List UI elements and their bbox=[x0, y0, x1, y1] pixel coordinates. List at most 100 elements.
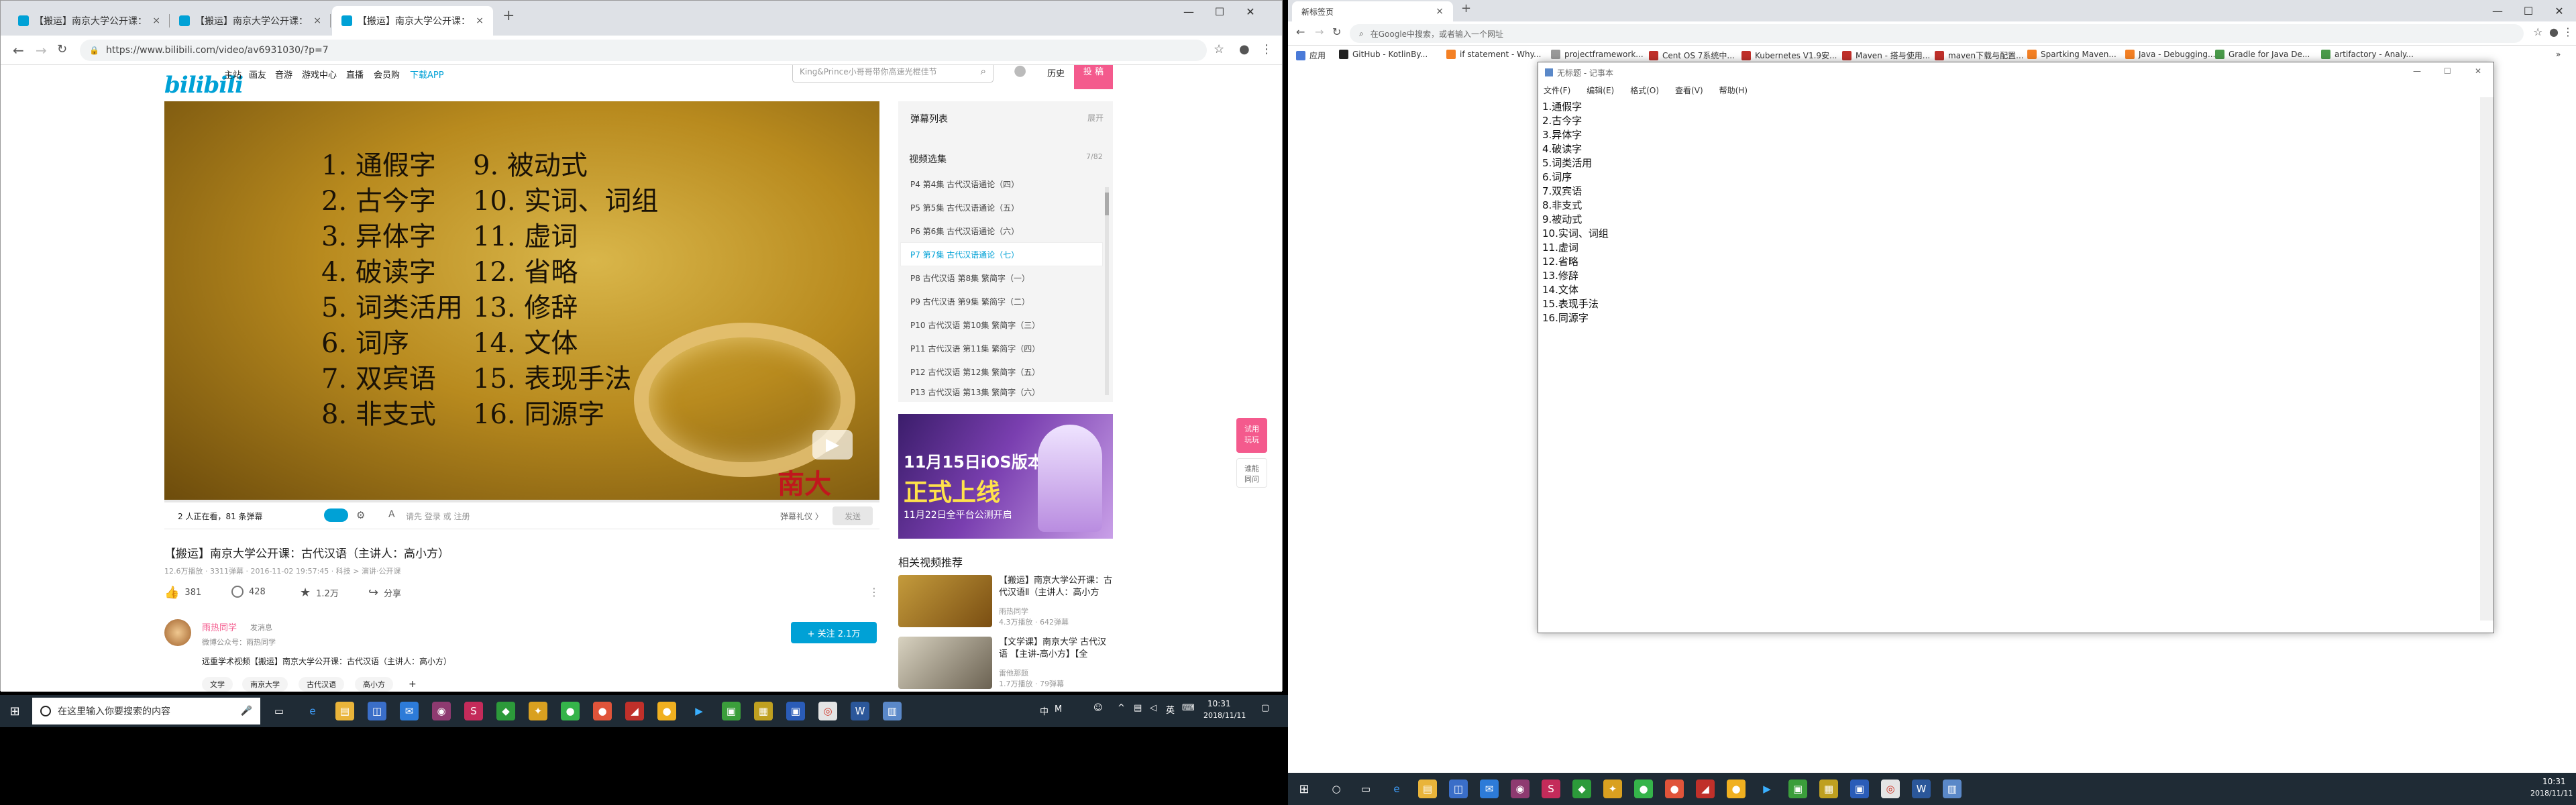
nav-link[interactable]: 直播 bbox=[346, 68, 364, 80]
bookmark[interactable]: GitHub - KotlinBy... bbox=[1339, 50, 1428, 59]
profile-icon[interactable]: ● bbox=[1239, 42, 1250, 56]
bookmark-apps[interactable]: 应用 bbox=[1296, 50, 1326, 61]
volume-icon[interactable]: ◁ bbox=[1150, 703, 1157, 713]
playlist-item[interactable]: P9 古代汉语 第9集 繁简字（二） bbox=[901, 290, 1102, 313]
profile-icon[interactable]: ● bbox=[2549, 25, 2559, 38]
close-window-button[interactable]: ✕ bbox=[1235, 1, 1266, 22]
bookmarks-overflow-icon[interactable]: » bbox=[2556, 50, 2561, 59]
app-icon[interactable]: S bbox=[1542, 780, 1560, 798]
playlist-item[interactable]: P8 古代汉语 第8集 繁简字（一） bbox=[901, 266, 1102, 289]
ime-icon[interactable]: 英 bbox=[1166, 703, 1175, 716]
tag[interactable]: 高小方 bbox=[355, 677, 393, 692]
edge-browser-icon[interactable]: e bbox=[303, 702, 322, 720]
avatar-icon[interactable]: ● bbox=[1014, 65, 1026, 79]
site-search-input[interactable]: King&Prince小哥哥带你高速光棍佳节 ⌕ bbox=[792, 65, 994, 83]
danmu-send-button[interactable]: 发送 bbox=[833, 506, 873, 525]
cortana-icon[interactable]: ○ bbox=[1327, 780, 1346, 798]
app-icon[interactable]: ▣ bbox=[1850, 780, 1869, 798]
bookmark[interactable]: Spartking Maven... bbox=[2027, 50, 2116, 59]
microphone-icon[interactable]: 🎤 bbox=[241, 706, 252, 716]
chrome-icon[interactable]: ◎ bbox=[1881, 780, 1900, 798]
network-icon[interactable]: ▤ bbox=[1134, 703, 1142, 713]
file-explorer-icon[interactable]: ▤ bbox=[335, 702, 354, 720]
forward-arrow-icon[interactable]: → bbox=[1315, 25, 1324, 38]
close-window-button[interactable]: ✕ bbox=[2544, 0, 2575, 21]
clock-time[interactable]: 10:31 bbox=[2542, 777, 2566, 786]
app-icon[interactable]: ◢ bbox=[625, 702, 644, 720]
maximize-button[interactable]: ☐ bbox=[1204, 1, 1235, 22]
close-tab-icon[interactable]: × bbox=[1436, 6, 1444, 17]
app-icon[interactable]: ▶ bbox=[690, 702, 708, 720]
clock-time[interactable]: 10:31 bbox=[1208, 699, 1231, 708]
menu-edit[interactable]: 编辑(E) bbox=[1587, 85, 1614, 96]
bookmark[interactable]: Gradle for Java De... bbox=[2215, 50, 2310, 59]
playlist-item-current[interactable]: P7 第7集 古代汉语通论（七） bbox=[901, 243, 1102, 266]
playlist-item[interactable]: P13 古代汉语 第13集 繁简字（六） bbox=[901, 384, 1102, 400]
taskbar-search-box[interactable]: 在这里输入你要搜索的内容 🎤 bbox=[32, 698, 260, 724]
more-options-icon[interactable]: ⋮ bbox=[869, 586, 879, 598]
edge-browser-icon[interactable]: e bbox=[1387, 780, 1406, 798]
video-player[interactable]: 1. 通假字 2. 古今字 3. 异体字 4. 破读字 5. 词类活用 6. 词… bbox=[164, 101, 879, 500]
app-icon[interactable]: ◆ bbox=[496, 702, 515, 720]
new-tab-button[interactable]: + bbox=[1461, 1, 1471, 15]
app-icon[interactable]: ▦ bbox=[754, 702, 773, 720]
like-button[interactable]: 👍 381 bbox=[164, 586, 201, 600]
app-icon[interactable]: ▶ bbox=[1758, 780, 1776, 798]
keyboard-icon[interactable]: ⌨ bbox=[1182, 703, 1195, 713]
omnibox[interactable]: 🔒 https://www.bilibili.com/video/av69310… bbox=[80, 40, 1207, 61]
bookmark[interactable]: Java - Debugging... bbox=[2125, 50, 2215, 59]
playlist-item[interactable]: P10 古代汉语 第10集 繁简字（三） bbox=[901, 313, 1102, 336]
app-icon[interactable]: ✦ bbox=[529, 702, 547, 720]
related-video-title[interactable]: 【搬运】南京大学公开课：古代汉语Ⅱ（主讲人：高小方 bbox=[999, 575, 1113, 599]
upload-button[interactable]: 投 稿 bbox=[1074, 65, 1113, 89]
menu-format[interactable]: 格式(O) bbox=[1630, 85, 1659, 96]
bookmark[interactable]: if statement - Why... bbox=[1446, 50, 1541, 59]
danmu-login-hint[interactable]: 请先 登录 或 注册 bbox=[406, 511, 470, 522]
danmu-toggle[interactable] bbox=[324, 508, 348, 522]
nav-link[interactable]: 游戏中心 bbox=[302, 68, 337, 80]
add-tag-button[interactable]: + bbox=[400, 677, 425, 692]
app-icon[interactable]: S bbox=[464, 702, 483, 720]
menu-view[interactable]: 查看(V) bbox=[1675, 85, 1703, 96]
word-icon[interactable]: W bbox=[1912, 780, 1931, 798]
maximize-button[interactable]: ☐ bbox=[2444, 66, 2451, 76]
tray-m[interactable]: M bbox=[1055, 704, 1062, 714]
app-icon[interactable]: ● bbox=[1727, 780, 1746, 798]
related-video-title[interactable]: 【文学课】南京大学 古代汉语 【主讲-高小方】【全 bbox=[999, 637, 1113, 661]
task-view-icon[interactable]: ▭ bbox=[1356, 780, 1375, 798]
coin-button[interactable]: 428 bbox=[231, 586, 266, 598]
app-icon[interactable]: ● bbox=[1634, 780, 1653, 798]
playlist-scrollbar[interactable] bbox=[1105, 187, 1109, 395]
app-icon[interactable]: ✦ bbox=[1603, 780, 1622, 798]
tray-arrow-icon[interactable]: ^ bbox=[1118, 703, 1125, 713]
reload-icon[interactable]: ↻ bbox=[1332, 25, 1341, 38]
app-icon[interactable]: ● bbox=[561, 702, 580, 720]
nav-link[interactable]: 画友 bbox=[249, 68, 266, 80]
minimize-button[interactable]: — bbox=[2413, 66, 2421, 76]
danmu-list-title[interactable]: 弹幕列表 bbox=[910, 112, 948, 125]
playlist-item[interactable]: P5 第5集 古代汉语通论（五） bbox=[901, 196, 1102, 219]
float-report-button[interactable]: 谁能 同问 bbox=[1236, 458, 1267, 488]
chrome-icon[interactable]: ◎ bbox=[818, 702, 837, 720]
playlist-item[interactable]: P11 古代汉语 第11集 繁简字（四） bbox=[901, 337, 1102, 360]
favorite-button[interactable]: ★ 1.2万 bbox=[300, 586, 339, 600]
uploader-name[interactable]: 雨热同学 bbox=[202, 621, 237, 633]
related-thumbnail[interactable] bbox=[898, 575, 992, 627]
playlist-item[interactable]: P6 第6集 古代汉语通论（六） bbox=[901, 219, 1102, 242]
app-icon[interactable]: ▦ bbox=[1819, 780, 1838, 798]
windows-start-icon[interactable]: ⊞ bbox=[5, 702, 24, 720]
play-icon[interactable]: ▶ bbox=[812, 430, 853, 460]
danmu-style-icon[interactable]: A bbox=[388, 509, 395, 520]
browser-tab-2[interactable]: 【搬运】南京大学公开课：古代汉 × bbox=[170, 6, 331, 36]
notepad-scrollbar[interactable] bbox=[2480, 97, 2493, 621]
back-arrow-icon[interactable]: ← bbox=[13, 42, 24, 58]
task-view-icon[interactable]: ▭ bbox=[270, 702, 288, 720]
close-tab-icon[interactable]: × bbox=[476, 15, 484, 26]
app-icon[interactable]: ● bbox=[1665, 780, 1684, 798]
maximize-button[interactable]: ☐ bbox=[2513, 0, 2544, 21]
browser-tab-1[interactable]: 【搬运】南京大学公开课：古代汉 × bbox=[9, 6, 170, 36]
nav-link[interactable]: 主站 bbox=[224, 68, 241, 80]
bookmark[interactable]: Kubernetes V1.9安... bbox=[1741, 50, 1837, 61]
danmu-rule-link[interactable]: 弹幕礼仪 〉 bbox=[780, 511, 823, 522]
notepad-text-area[interactable]: 1.通假字 2.古今字 3.异体字 4.破读字 5.词类活用 6.词序 7.双宾… bbox=[1538, 97, 2480, 621]
